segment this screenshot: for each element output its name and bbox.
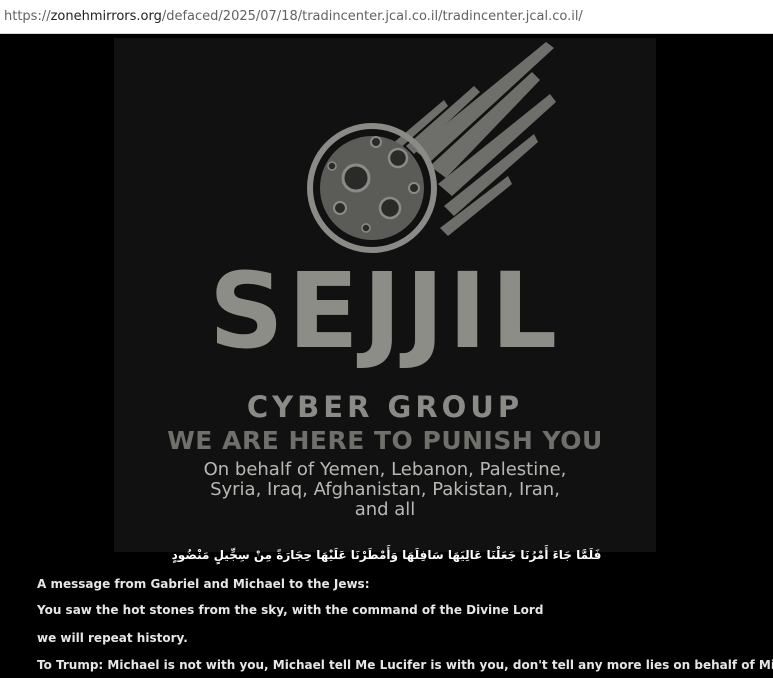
arabic-verse: فَلَمَّا جَاءَ أَمْرُنَا جَعَلْنَا عَالِ…: [171, 548, 602, 562]
message-line-2: You saw the hot stones from the sky, wit…: [37, 603, 544, 617]
page-content: SEJJIL CYBER GROUP WE ARE HERE TO PUNISH…: [0, 34, 773, 678]
banner-image: SEJJIL CYBER GROUP WE ARE HERE TO PUNISH…: [114, 38, 656, 552]
message-line-3: we will repeat history.: [37, 631, 188, 645]
group-slogan: WE ARE HERE TO PUNISH YOU: [167, 426, 603, 455]
message-line-1: A message from Gabriel and Michael to th…: [37, 577, 370, 591]
behalf-line-2: Syria, Iraq, Afghanistan, Pakistan, Iran…: [210, 479, 560, 500]
behalf-text: On behalf of Yemen, Lebanon, Palestine, …: [114, 460, 656, 520]
url-host: zonehmirrors.org: [50, 9, 162, 24]
url-path: /defaced/2025/07/18/tradincenter.jcal.co…: [161, 9, 583, 24]
url-scheme: https://: [4, 9, 51, 24]
group-subtitle: CYBER GROUP: [246, 390, 524, 424]
url-text[interactable]: https://zonehmirrors.org/defaced/2025/07…: [4, 9, 583, 24]
behalf-line-1: On behalf of Yemen, Lebanon, Palestine,: [203, 459, 567, 480]
message-line-4: To Trump: Michael is not with you, Micha…: [37, 658, 773, 672]
group-title: SEJJIL: [208, 250, 562, 372]
behalf-line-3: and all: [354, 499, 416, 520]
address-bar[interactable]: https://zonehmirrors.org/defaced/2025/07…: [0, 0, 773, 34]
